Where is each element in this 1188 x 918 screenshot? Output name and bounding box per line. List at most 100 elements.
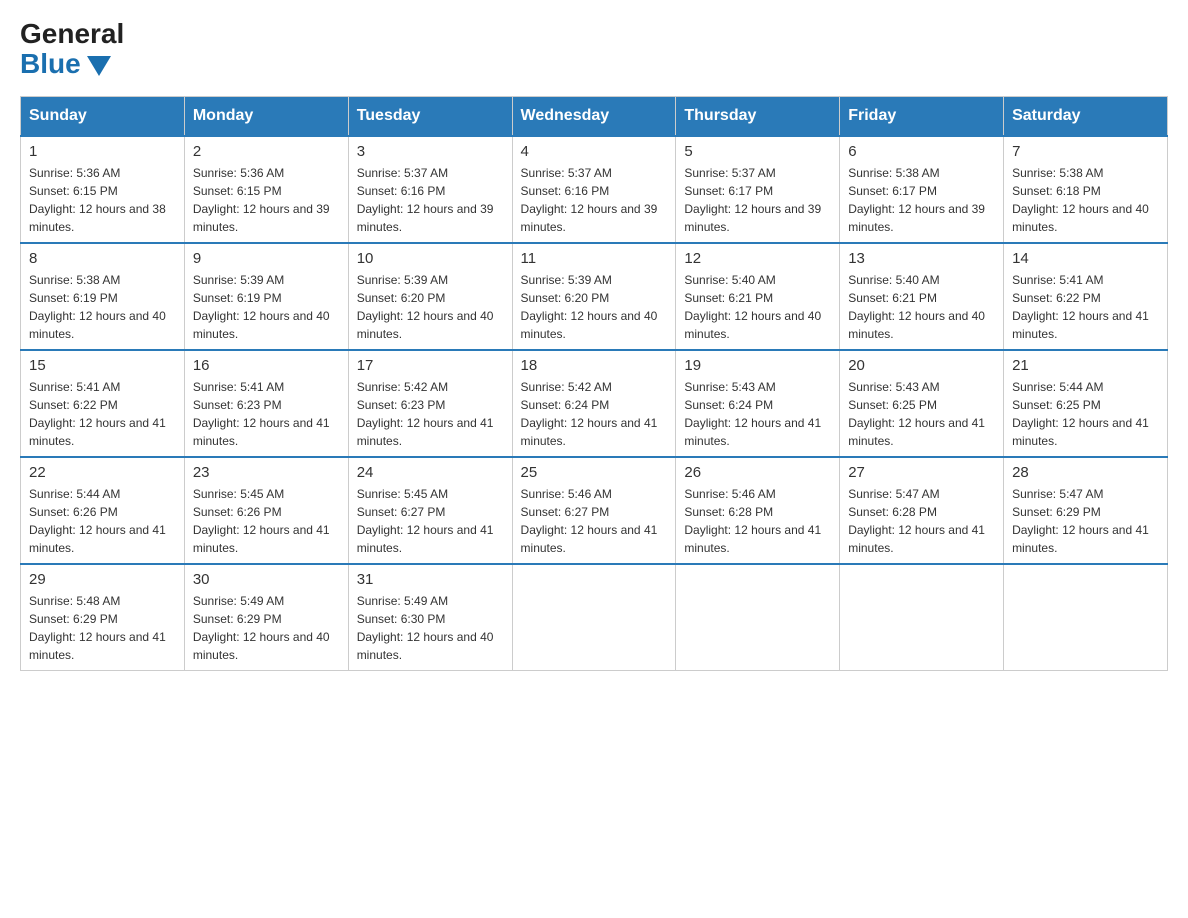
calendar-cell: 26 Sunrise: 5:46 AMSunset: 6:28 PMDayligh… [676, 457, 840, 564]
calendar-week-row: 29Sunrise: 5:48 AMSunset: 6:29 PMDayligh… [21, 564, 1168, 671]
logo-general-text: General [20, 20, 124, 48]
day-info: Sunrise: 5:40 AMSunset: 6:21 PMDaylight:… [684, 271, 831, 343]
day-info: Sunrise: 5:41 AMSunset: 6:23 PMDaylight:… [193, 378, 340, 450]
day-info: Sunrise: 5:38 AMSunset: 6:18 PMDaylight:… [1012, 164, 1159, 236]
day-number: 16 [193, 357, 340, 374]
day-info: Sunrise: 5:41 AMSunset: 6:22 PMDaylight:… [29, 378, 176, 450]
day-number: 28 [1012, 464, 1159, 481]
calendar-cell: 7 Sunrise: 5:38 AMSunset: 6:18 PMDaylight… [1004, 136, 1168, 243]
calendar-cell: 31 Sunrise: 5:49 AMSunset: 6:30 PMDayligh… [348, 564, 512, 671]
col-header-sunday: Sunday [21, 97, 185, 137]
logo-blue-text: Blue [20, 48, 111, 80]
day-number: 6 [848, 143, 995, 160]
calendar-table: SundayMondayTuesdayWednesdayThursdayFrid… [20, 96, 1168, 671]
calendar-cell: 29Sunrise: 5:48 AMSunset: 6:29 PMDayligh… [21, 564, 185, 671]
day-number: 13 [848, 250, 995, 267]
day-number: 26 [684, 464, 831, 481]
calendar-cell: 22 Sunrise: 5:44 AMSunset: 6:26 PMDayligh… [21, 457, 185, 564]
day-info: Sunrise: 5:39 AMSunset: 6:20 PMDaylight:… [521, 271, 668, 343]
calendar-header-row: SundayMondayTuesdayWednesdayThursdayFrid… [21, 97, 1168, 137]
calendar-cell [840, 564, 1004, 671]
calendar-cell: 27 Sunrise: 5:47 AMSunset: 6:28 PMDayligh… [840, 457, 1004, 564]
day-number: 1 [29, 143, 176, 160]
calendar-week-row: 1 Sunrise: 5:36 AMSunset: 6:15 PMDaylight… [21, 136, 1168, 243]
day-info: Sunrise: 5:46 AMSunset: 6:28 PMDaylight:… [684, 485, 831, 557]
calendar-week-row: 15Sunrise: 5:41 AMSunset: 6:22 PMDayligh… [21, 350, 1168, 457]
day-info: Sunrise: 5:46 AMSunset: 6:27 PMDaylight:… [521, 485, 668, 557]
day-info: Sunrise: 5:38 AMSunset: 6:17 PMDaylight:… [848, 164, 995, 236]
day-number: 10 [357, 250, 504, 267]
calendar-week-row: 22 Sunrise: 5:44 AMSunset: 6:26 PMDayligh… [21, 457, 1168, 564]
calendar-cell: 25 Sunrise: 5:46 AMSunset: 6:27 PMDayligh… [512, 457, 676, 564]
calendar-cell: 17Sunrise: 5:42 AMSunset: 6:23 PMDayligh… [348, 350, 512, 457]
col-header-tuesday: Tuesday [348, 97, 512, 137]
calendar-week-row: 8 Sunrise: 5:38 AMSunset: 6:19 PMDaylight… [21, 243, 1168, 350]
calendar-cell: 4Sunrise: 5:37 AMSunset: 6:16 PMDaylight… [512, 136, 676, 243]
calendar-cell: 3 Sunrise: 5:37 AMSunset: 6:16 PMDaylight… [348, 136, 512, 243]
calendar-cell: 1 Sunrise: 5:36 AMSunset: 6:15 PMDaylight… [21, 136, 185, 243]
calendar-cell: 10 Sunrise: 5:39 AMSunset: 6:20 PMDayligh… [348, 243, 512, 350]
day-info: Sunrise: 5:40 AMSunset: 6:21 PMDaylight:… [848, 271, 995, 343]
day-info: Sunrise: 5:41 AMSunset: 6:22 PMDaylight:… [1012, 271, 1159, 343]
logo: General Blue [20, 20, 124, 80]
day-info: Sunrise: 5:44 AMSunset: 6:25 PMDaylight:… [1012, 378, 1159, 450]
day-number: 31 [357, 571, 504, 588]
day-number: 27 [848, 464, 995, 481]
day-number: 2 [193, 143, 340, 160]
day-info: Sunrise: 5:48 AMSunset: 6:29 PMDaylight:… [29, 592, 176, 664]
day-number: 11 [521, 250, 668, 267]
day-number: 24 [357, 464, 504, 481]
day-info: Sunrise: 5:39 AMSunset: 6:19 PMDaylight:… [193, 271, 340, 343]
day-info: Sunrise: 5:36 AMSunset: 6:15 PMDaylight:… [29, 164, 176, 236]
day-number: 3 [357, 143, 504, 160]
calendar-cell: 14Sunrise: 5:41 AMSunset: 6:22 PMDayligh… [1004, 243, 1168, 350]
calendar-cell: 8 Sunrise: 5:38 AMSunset: 6:19 PMDaylight… [21, 243, 185, 350]
calendar-cell: 6 Sunrise: 5:38 AMSunset: 6:17 PMDaylight… [840, 136, 1004, 243]
day-number: 19 [684, 357, 831, 374]
day-number: 8 [29, 250, 176, 267]
col-header-saturday: Saturday [1004, 97, 1168, 137]
logo-triangle-icon [87, 56, 111, 76]
day-number: 9 [193, 250, 340, 267]
day-number: 23 [193, 464, 340, 481]
calendar-cell: 16 Sunrise: 5:41 AMSunset: 6:23 PMDayligh… [184, 350, 348, 457]
day-info: Sunrise: 5:45 AMSunset: 6:26 PMDaylight:… [193, 485, 340, 557]
day-info: Sunrise: 5:37 AMSunset: 6:17 PMDaylight:… [684, 164, 831, 236]
calendar-cell [676, 564, 840, 671]
col-header-monday: Monday [184, 97, 348, 137]
day-info: Sunrise: 5:36 AMSunset: 6:15 PMDaylight:… [193, 164, 340, 236]
calendar-cell: 30 Sunrise: 5:49 AMSunset: 6:29 PMDayligh… [184, 564, 348, 671]
calendar-cell: 13 Sunrise: 5:40 AMSunset: 6:21 PMDayligh… [840, 243, 1004, 350]
day-number: 25 [521, 464, 668, 481]
page-header: General Blue [20, 20, 1168, 80]
day-info: Sunrise: 5:49 AMSunset: 6:29 PMDaylight:… [193, 592, 340, 664]
day-number: 12 [684, 250, 831, 267]
day-info: Sunrise: 5:38 AMSunset: 6:19 PMDaylight:… [29, 271, 176, 343]
calendar-cell: 28 Sunrise: 5:47 AMSunset: 6:29 PMDayligh… [1004, 457, 1168, 564]
day-number: 20 [848, 357, 995, 374]
day-info: Sunrise: 5:39 AMSunset: 6:20 PMDaylight:… [357, 271, 504, 343]
col-header-friday: Friday [840, 97, 1004, 137]
day-number: 22 [29, 464, 176, 481]
day-info: Sunrise: 5:47 AMSunset: 6:28 PMDaylight:… [848, 485, 995, 557]
calendar-cell: 19Sunrise: 5:43 AMSunset: 6:24 PMDayligh… [676, 350, 840, 457]
calendar-cell: 11 Sunrise: 5:39 AMSunset: 6:20 PMDayligh… [512, 243, 676, 350]
calendar-cell: 23 Sunrise: 5:45 AMSunset: 6:26 PMDayligh… [184, 457, 348, 564]
day-info: Sunrise: 5:47 AMSunset: 6:29 PMDaylight:… [1012, 485, 1159, 557]
day-number: 30 [193, 571, 340, 588]
day-info: Sunrise: 5:44 AMSunset: 6:26 PMDaylight:… [29, 485, 176, 557]
calendar-cell [1004, 564, 1168, 671]
day-number: 5 [684, 143, 831, 160]
calendar-cell: 15Sunrise: 5:41 AMSunset: 6:22 PMDayligh… [21, 350, 185, 457]
calendar-cell: 20Sunrise: 5:43 AMSunset: 6:25 PMDayligh… [840, 350, 1004, 457]
day-info: Sunrise: 5:42 AMSunset: 6:24 PMDaylight:… [521, 378, 668, 450]
day-info: Sunrise: 5:37 AMSunset: 6:16 PMDaylight:… [357, 164, 504, 236]
day-number: 7 [1012, 143, 1159, 160]
col-header-thursday: Thursday [676, 97, 840, 137]
day-info: Sunrise: 5:45 AMSunset: 6:27 PMDaylight:… [357, 485, 504, 557]
calendar-cell: 12 Sunrise: 5:40 AMSunset: 6:21 PMDayligh… [676, 243, 840, 350]
calendar-cell: 18Sunrise: 5:42 AMSunset: 6:24 PMDayligh… [512, 350, 676, 457]
day-info: Sunrise: 5:42 AMSunset: 6:23 PMDaylight:… [357, 378, 504, 450]
day-info: Sunrise: 5:49 AMSunset: 6:30 PMDaylight:… [357, 592, 504, 664]
calendar-cell: 5 Sunrise: 5:37 AMSunset: 6:17 PMDaylight… [676, 136, 840, 243]
